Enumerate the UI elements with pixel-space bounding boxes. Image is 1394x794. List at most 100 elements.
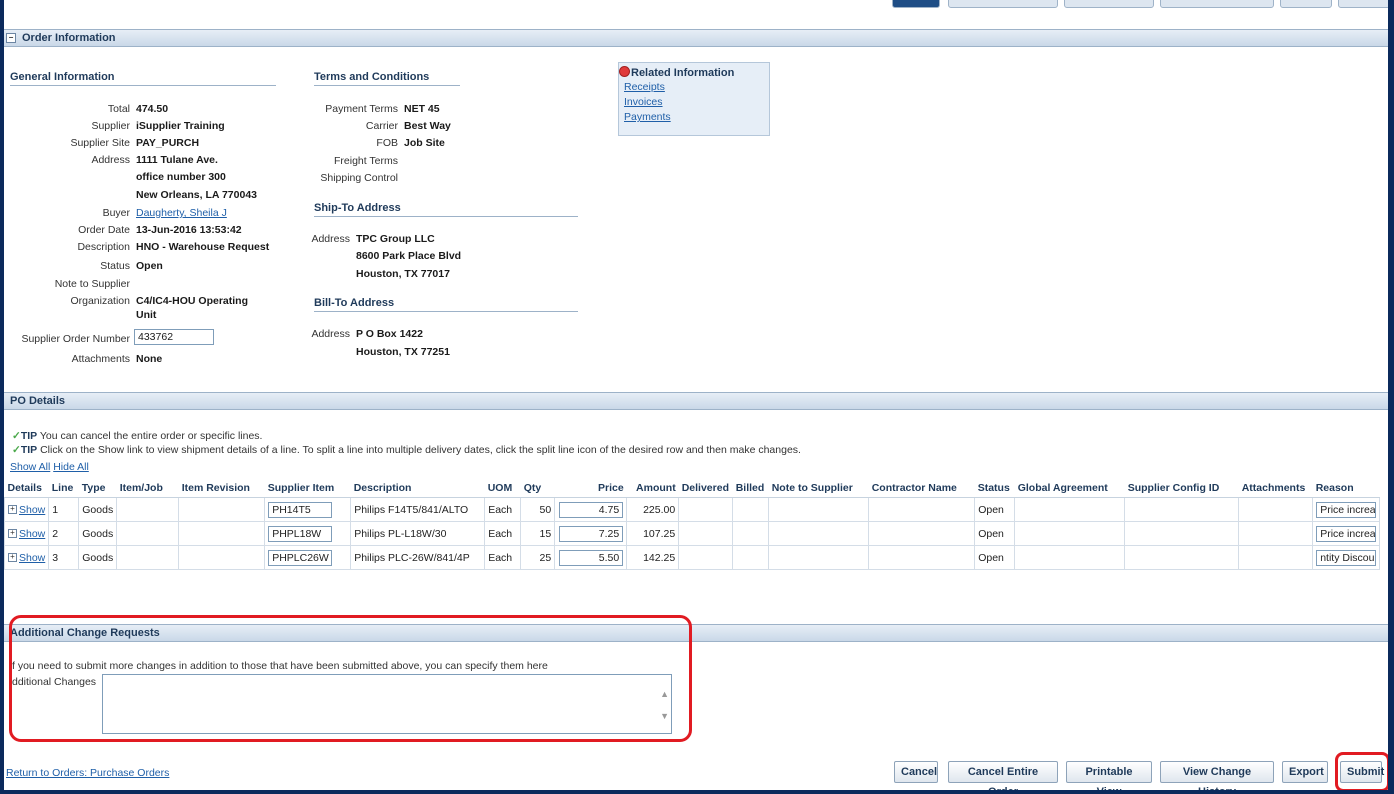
description-cell: Philips PL-L18W/30 <box>350 521 486 546</box>
column-header: Line <box>48 478 79 498</box>
type-cell: Goods <box>78 521 118 546</box>
table-row: + Show 3 Goods PHPLC26W Philips PLC-26W/8… <box>4 545 1381 570</box>
supplier-item-input[interactable]: PHPL18W <box>268 525 333 542</box>
item-job-cell <box>116 521 180 546</box>
checkmark-icon: ✓ <box>12 444 21 456</box>
column-header: Supplier Config ID <box>1124 478 1239 498</box>
top-tab-active[interactable] <box>892 0 940 8</box>
export-button[interactable]: Export <box>1282 761 1328 783</box>
address-line1: 1111 Tulane Ave. <box>136 154 218 166</box>
status-cell: Open <box>974 521 1016 546</box>
payment-terms-label: Payment Terms <box>325 103 398 115</box>
qty-cell: 25 <box>520 545 556 570</box>
column-header: Note to Supplier <box>768 478 869 498</box>
tip-label: TIP <box>20 444 38 456</box>
cancel-entire-order-button[interactable]: Cancel Entire Order <box>948 761 1058 790</box>
billed-cell <box>732 545 770 570</box>
column-header: Price <box>554 478 627 498</box>
details-cell[interactable]: + Show <box>4 497 50 522</box>
details-cell[interactable]: + Show <box>4 521 50 546</box>
price-input[interactable]: 5.50 <box>559 549 624 566</box>
price-input[interactable]: 4.75 <box>559 501 624 518</box>
column-header: Status <box>974 478 1015 498</box>
show-all-link[interactable]: Show All <box>10 461 50 473</box>
attachments-cell <box>1238 497 1314 522</box>
status-cell: Open <box>974 497 1016 522</box>
view-change-history-button[interactable]: View Change History <box>1160 761 1274 790</box>
tip-text: You can cancel the entire order or speci… <box>39 430 263 442</box>
top-tab[interactable] <box>948 0 1058 8</box>
ship-to-heading: Ship-To Address <box>314 202 578 217</box>
supplier-order-number-input[interactable]: 433762 <box>134 329 214 345</box>
invoices-link[interactable]: Invoices <box>619 96 769 108</box>
return-to-orders-link[interactable]: Return to Orders: Purchase Orders <box>6 767 169 779</box>
note-cell <box>768 545 870 570</box>
top-tab[interactable] <box>1280 0 1332 8</box>
delivered-cell <box>678 545 734 570</box>
printable-view-button[interactable]: Printable View <box>1066 761 1152 790</box>
column-header: Attachments <box>1238 478 1313 498</box>
buyer-link[interactable]: Daugherty, Sheila J <box>136 207 227 219</box>
contractor-cell <box>868 521 976 546</box>
details-cell[interactable]: + Show <box>4 545 50 570</box>
supplier-item-cell: PHPL18W <box>264 521 352 546</box>
supplier-site-value: PAY_PURCH <box>136 137 200 149</box>
table-row: + Show 2 Goods PHPL18W Philips PL-L18W/30… <box>4 521 1381 546</box>
status-label: Status <box>100 260 130 272</box>
price-input[interactable]: 7.25 <box>559 525 624 542</box>
expand-icon[interactable]: + <box>8 553 17 563</box>
collapse-icon[interactable]: − <box>6 33 16 43</box>
top-tab[interactable] <box>1338 0 1388 8</box>
supplier-item-input[interactable]: PH14T5 <box>268 501 333 518</box>
supplier-item-input[interactable]: PHPLC26W <box>268 549 333 566</box>
highlight-additional-changes <box>9 615 692 742</box>
line-cell: 1 <box>48 497 80 522</box>
description-label: Description <box>77 241 130 253</box>
reason-input[interactable]: Price increase <box>1316 501 1377 518</box>
supplier-item-cell: PHPLC26W <box>264 545 352 570</box>
receipts-link[interactable]: Receipts <box>619 81 769 93</box>
expand-icon[interactable]: + <box>8 505 17 515</box>
total-value: 474.50 <box>136 103 169 115</box>
bill-to-heading: Bill-To Address <box>314 297 578 312</box>
bill-to-address-label: Address <box>311 328 350 340</box>
uom-cell: Each <box>484 545 522 570</box>
page-frame: − Order Information General Information … <box>4 0 1388 790</box>
payments-link[interactable]: Payments <box>619 111 769 123</box>
show-link[interactable]: Show <box>19 552 45 564</box>
ship-to-line1: TPC Group LLC <box>356 233 435 245</box>
tip-text: Click on the Show link to view shipment … <box>40 444 801 456</box>
address-line3: New Orleans, LA 770043 <box>136 189 258 201</box>
line-cell: 2 <box>48 521 80 546</box>
column-header: Item Revision <box>178 478 265 498</box>
attachments-cell <box>1238 545 1314 570</box>
reason-input[interactable]: ntity Discount <box>1316 549 1377 566</box>
uom-cell: Each <box>484 497 522 522</box>
delivered-cell <box>678 497 734 522</box>
order-information-header[interactable]: − Order Information <box>4 29 1388 47</box>
billed-cell <box>732 521 770 546</box>
contractor-cell <box>868 497 976 522</box>
top-tab[interactable] <box>1064 0 1154 8</box>
hide-all-link[interactable]: Hide All <box>53 461 89 473</box>
show-link[interactable]: Show <box>19 504 45 516</box>
description-cell: Philips PLC-26W/841/4P <box>350 545 486 570</box>
top-tab[interactable] <box>1160 0 1274 8</box>
reason-input[interactable]: Price increase <box>1316 525 1377 542</box>
reason-cell: Price increase <box>1312 521 1381 546</box>
attachments-value: None <box>136 353 163 365</box>
bill-to-line2: Houston, TX 77251 <box>356 346 450 358</box>
related-information-box: Related Information Receipts Invoices Pa… <box>618 62 770 136</box>
total-label: Total <box>107 103 130 115</box>
show-link[interactable]: Show <box>19 528 45 540</box>
column-header: Amount <box>626 478 679 498</box>
po-lines-table: Details Line Type Item/Job Item Revision… <box>4 478 1381 570</box>
reason-cell: Price increase <box>1312 497 1381 522</box>
item-revision-cell <box>178 497 266 522</box>
order-date-label: Order Date <box>78 224 130 236</box>
column-header: Details <box>4 478 49 498</box>
top-tab-strip <box>4 0 1388 8</box>
expand-icon[interactable]: + <box>8 529 17 539</box>
tip-split: ✓TIP Click on the Show link to view ship… <box>12 444 801 456</box>
cancel-button[interactable]: Cancel <box>894 761 938 783</box>
